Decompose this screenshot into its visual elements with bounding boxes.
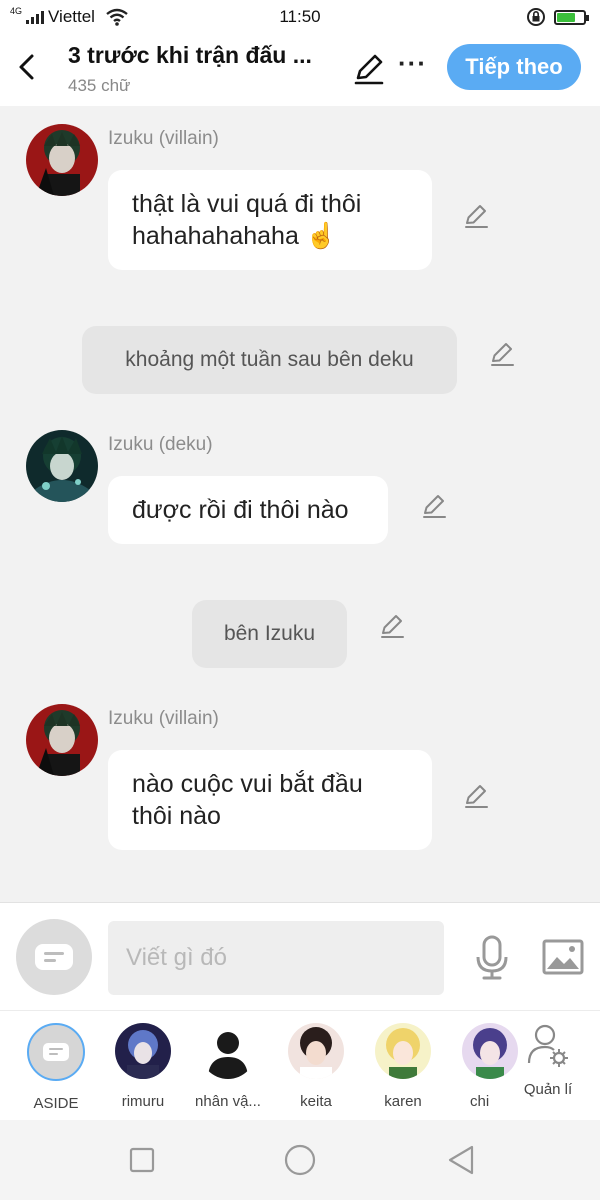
default-avatar bbox=[200, 1023, 256, 1079]
edit-pen-icon[interactable] bbox=[420, 492, 448, 520]
chi-avatar bbox=[462, 1023, 518, 1079]
character-aside[interactable]: ASIDE bbox=[13, 1023, 99, 1112]
composer-bar bbox=[0, 902, 600, 1010]
edit-pen-icon[interactable] bbox=[488, 340, 516, 368]
edit-pen-icon[interactable] bbox=[462, 202, 490, 230]
edit-pen-icon[interactable] bbox=[378, 612, 406, 640]
character-bar: ASIDE rimuru nhân vậ... keita karen chi bbox=[0, 1010, 600, 1120]
edit-pen-icon[interactable] bbox=[462, 782, 490, 810]
more-options-icon[interactable]: ··· bbox=[398, 48, 427, 79]
next-button[interactable]: Tiếp theo bbox=[447, 44, 581, 90]
character-name: nhân vậ... bbox=[195, 1093, 261, 1110]
character-rimuru[interactable]: rimuru bbox=[100, 1023, 186, 1110]
dialogue-line: thôi nào bbox=[132, 802, 221, 830]
avatar-villain[interactable] bbox=[26, 124, 98, 196]
story-header: 3 trước khi trận đấu ... 435 chữ ··· Tiế… bbox=[0, 34, 600, 106]
word-count: 435 chữ bbox=[68, 76, 131, 95]
avatar-villain[interactable] bbox=[26, 704, 98, 776]
dialogue-line: hahahahahaha ☝️ bbox=[132, 222, 337, 250]
aside-icon bbox=[35, 944, 73, 970]
message-input[interactable] bbox=[108, 921, 444, 995]
orientation-lock-icon bbox=[527, 8, 545, 26]
aside-toggle-button[interactable] bbox=[16, 919, 92, 995]
karen-avatar bbox=[375, 1023, 431, 1079]
edit-title-pen-icon[interactable] bbox=[352, 52, 386, 86]
character-name: chi bbox=[470, 1093, 490, 1110]
manage-characters-button[interactable]: Quản lí bbox=[518, 1023, 578, 1098]
dialogue-bubble[interactable]: thật là vui quá đi thôi hahahahahaha ☝️ bbox=[108, 170, 432, 270]
character-karen[interactable]: karen bbox=[360, 1023, 446, 1110]
manage-user-icon bbox=[527, 1024, 568, 1067]
dialogue-line: được rồi đi thôi nào bbox=[132, 496, 349, 524]
aside-icon bbox=[43, 1043, 69, 1061]
speaker-name: Izuku (villain) bbox=[108, 708, 219, 729]
square-nav-icon[interactable] bbox=[124, 1142, 160, 1178]
circle-nav-icon[interactable] bbox=[282, 1142, 318, 1178]
status-bar: 4G Viettel 11:50 bbox=[0, 0, 600, 34]
manage-label: Quản lí bbox=[523, 1081, 573, 1098]
image-icon[interactable] bbox=[542, 939, 584, 975]
narration-bubble[interactable]: khoảng một tuần sau bên deku bbox=[82, 326, 457, 394]
narration-bubble[interactable]: bên Izuku bbox=[192, 600, 347, 668]
character-chi[interactable]: chi bbox=[446, 1023, 518, 1110]
system-nav-bar bbox=[0, 1120, 600, 1200]
villain-portrait-icon bbox=[26, 704, 98, 776]
character-keita[interactable]: keita bbox=[273, 1023, 359, 1110]
character-name: rimuru bbox=[121, 1093, 165, 1110]
speaker-name: Izuku (deku) bbox=[108, 434, 213, 455]
aside-avatar bbox=[27, 1023, 85, 1081]
clock: 11:50 bbox=[279, 7, 321, 26]
rimuru-avatar bbox=[115, 1023, 171, 1079]
microphone-icon[interactable] bbox=[474, 935, 510, 981]
speaker-name: Izuku (villain) bbox=[108, 128, 219, 149]
character-name: ASIDE bbox=[33, 1095, 79, 1112]
back-arrow-icon[interactable] bbox=[14, 50, 40, 84]
villain-portrait-icon bbox=[26, 124, 98, 196]
dialogue-bubble[interactable]: được rồi đi thôi nào bbox=[108, 476, 388, 544]
triangle-nav-icon[interactable] bbox=[444, 1142, 480, 1178]
character-name: karen bbox=[384, 1093, 422, 1110]
dialogue-line: thật là vui quá đi thôi bbox=[132, 190, 362, 218]
character-name: keita bbox=[300, 1093, 332, 1110]
deku-portrait-icon bbox=[26, 430, 98, 502]
character-default[interactable]: nhân vậ... bbox=[185, 1023, 271, 1110]
dialogue-bubble[interactable]: nào cuộc vui bắt đầu thôi nào bbox=[108, 750, 432, 850]
dialogue-line: nào cuộc vui bắt đầu bbox=[132, 770, 363, 798]
story-title[interactable]: 3 trước khi trận đấu ... bbox=[68, 42, 343, 69]
avatar-deku[interactable] bbox=[26, 430, 98, 502]
battery-icon bbox=[554, 9, 589, 25]
keita-avatar bbox=[288, 1023, 344, 1079]
story-chat[interactable]: Izuku (villain) thật là vui quá đi thôi … bbox=[0, 106, 600, 902]
